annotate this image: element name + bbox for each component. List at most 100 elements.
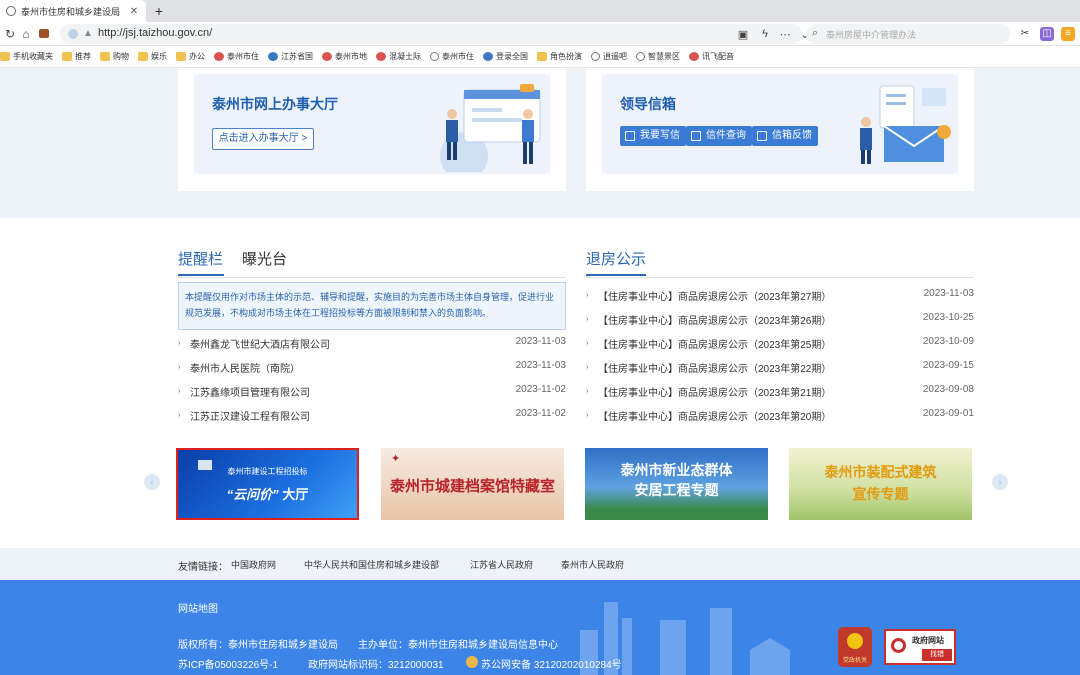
- shield-icon: [68, 29, 78, 39]
- folder-icon: [138, 52, 148, 61]
- bookmark-label: 角色扮演: [550, 52, 582, 61]
- bookmark-label: 泰州市地: [335, 52, 367, 61]
- letter-query-label: 信件查询: [706, 130, 746, 141]
- link-mohurd[interactable]: 中华人民共和国住房和城乡建设部: [304, 558, 439, 571]
- bookmark-label: 推荐: [75, 52, 91, 61]
- active-tab-indicator: [178, 274, 224, 276]
- scissors-icon[interactable]: ✂: [1018, 27, 1032, 41]
- list-item[interactable]: › 泰州鑫龙飞世纪大酒店有限公司 2023-11-03: [178, 334, 566, 352]
- screenshot-icon[interactable]: ▣: [736, 28, 750, 41]
- bookmark-item[interactable]: 江苏省国: [268, 51, 313, 62]
- extension-icon[interactable]: [36, 26, 52, 42]
- banner-new-business-line2: 安居工程专题: [634, 482, 719, 498]
- mailbox-panel: 领导信箱 我要写信 信件查询 信箱反馈: [602, 74, 958, 174]
- emblem-icon: [847, 633, 863, 649]
- search-input[interactable]: ⌕ 泰州房屋中介管理办法: [806, 24, 1010, 44]
- bullet-icon: ›: [178, 410, 181, 419]
- list-item[interactable]: › 【住房事业中心】商品房退房公示（2023年第25期） 2023-10-09: [586, 334, 974, 352]
- list-item[interactable]: › 江苏正汉建设工程有限公司 2023-11-02: [178, 406, 566, 424]
- refund-title-indicator: [586, 274, 646, 276]
- divider: [178, 277, 566, 278]
- icp-link[interactable]: 苏ICP备05003226号-1: [178, 656, 278, 671]
- site-icon: [322, 52, 332, 61]
- menu-icon[interactable]: ≡: [1061, 27, 1075, 41]
- banner-cloud-price-hall[interactable]: 泰州市建设工程招投标 “云问价” 大厅: [176, 448, 359, 520]
- divider: [586, 277, 974, 278]
- write-letter-button[interactable]: 我要写信: [620, 126, 686, 146]
- party-badge-label: 党政机关: [842, 658, 867, 664]
- copyright-text: 版权所有：泰州市住房和城乡建设局: [178, 640, 338, 651]
- bookmark-item[interactable]: 泰州市地: [322, 51, 367, 62]
- bookmarks-bar: 手机收藏夹 推荐 购物 娱乐 办公 泰州市住 江苏省国 泰州市地 混凝土际 泰州市住 登录全国 角色扮…: [0, 46, 1080, 68]
- online-hall-card[interactable]: 泰州市网上办事大厅 点击进入办事大厅 >: [178, 68, 566, 191]
- security-icon[interactable]: ▲: [83, 28, 93, 39]
- bookmark-item[interactable]: 登录全国: [483, 51, 528, 62]
- site-icon: [268, 52, 278, 61]
- gov-site-error-badge[interactable]: 政府网站 找错: [884, 629, 956, 665]
- carousel-next-button[interactable]: ›: [992, 474, 1008, 490]
- list-item[interactable]: › 【住房事业中心】商品房退房公示（2023年第26期） 2023-10-25: [586, 310, 974, 328]
- banner-archives-title: 泰州市城建档案馆特藏室: [389, 478, 555, 495]
- browser-tab[interactable]: 泰州市住房和城乡建设局 ✕: [0, 0, 146, 22]
- lightning-icon[interactable]: ϟ: [758, 28, 772, 40]
- reload-icon[interactable]: ↻: [2, 26, 18, 42]
- bullet-icon: ›: [586, 314, 589, 323]
- bookmark-item[interactable]: 角色扮演: [537, 51, 582, 62]
- enter-hall-button[interactable]: 点击进入办事大厅 >: [212, 128, 314, 150]
- bookmark-label: 手机收藏夹: [13, 52, 53, 61]
- friend-links-bar: [0, 548, 1080, 580]
- list-item[interactable]: › 【住房事业中心】商品房退房公示（2023年第20期） 2023-09-01: [586, 406, 974, 424]
- bookmark-item[interactable]: 逍遥吧: [591, 51, 627, 62]
- bookmark-item[interactable]: 讯飞配音: [689, 51, 734, 62]
- banner-prefab-building[interactable]: 泰州市装配式建筑 宣传专题: [789, 448, 972, 520]
- more-icon[interactable]: ⋯: [778, 28, 792, 41]
- home-icon[interactable]: ⌂: [18, 26, 34, 42]
- link-gov-cn[interactable]: 中国政府网: [231, 558, 276, 571]
- banner-cloud-price-title-b: 大厅: [282, 487, 309, 502]
- tab-exposure[interactable]: 曝光台: [242, 248, 287, 269]
- bookmark-item[interactable]: 泰州市住: [430, 51, 474, 62]
- list-item[interactable]: › 【住房事业中心】商品房退房公示（2023年第21期） 2023-09-08: [586, 382, 974, 400]
- bookmark-label: 娱乐: [151, 52, 167, 61]
- bookmark-item[interactable]: 购物: [100, 51, 129, 62]
- bookmark-item[interactable]: 推荐: [62, 51, 91, 62]
- refund-title[interactable]: 退房公示: [586, 248, 646, 269]
- police-record-link[interactable]: 苏公网安备 32120202010284号: [481, 656, 622, 671]
- new-tab-button[interactable]: +: [150, 2, 168, 20]
- magnifier-icon: [891, 638, 906, 653]
- url-field[interactable]: ▲ http://jsj.taizhou.gov.cn/ ▣ ϟ ⋯ ⌄: [60, 24, 810, 44]
- party-government-badge[interactable]: 党政机关: [838, 627, 872, 667]
- list-item-title: 【住房事业中心】商品房退房公示（2023年第22期）: [598, 364, 832, 375]
- online-hall-panel: 泰州市网上办事大厅 点击进入办事大厅 >: [194, 74, 550, 174]
- list-item-title: 江苏正汉建设工程有限公司: [190, 412, 310, 423]
- bookmark-item[interactable]: 混凝土际: [376, 51, 421, 62]
- carousel-prev-button[interactable]: ‹: [144, 474, 160, 490]
- sitemap-link[interactable]: 网站地图: [178, 600, 218, 615]
- tab-reminder[interactable]: 提醒栏: [178, 248, 223, 269]
- bookmark-label: 泰州市住: [227, 52, 259, 61]
- plugin-icon[interactable]: ◫: [1040, 27, 1054, 41]
- search-placeholder: 泰州房屋中介管理办法: [826, 30, 917, 40]
- list-item[interactable]: › 【住房事业中心】商品房退房公示（2023年第27期） 2023-11-03: [586, 286, 974, 304]
- mailbox-feedback-button[interactable]: 信箱反馈: [752, 126, 818, 146]
- banner-archives[interactable]: 泰州市城建档案馆特藏室 ✦: [381, 448, 564, 520]
- gov-badge-title: 政府网站: [912, 636, 944, 645]
- address-bar: ↻ ⌂ ▲ http://jsj.taizhou.gov.cn/ ▣ ϟ ⋯ ⌄…: [0, 22, 1080, 46]
- bookmark-label: 讯飞配音: [702, 52, 734, 61]
- tab-close-icon[interactable]: ✕: [128, 6, 140, 17]
- list-item[interactable]: › 泰州市人民医院（南院） 2023-11-03: [178, 358, 566, 376]
- bookmark-item[interactable]: 智慧景区: [636, 51, 680, 62]
- bookmark-item[interactable]: 办公: [176, 51, 205, 62]
- list-item[interactable]: › 江苏鑫缘项目管理有限公司 2023-11-02: [178, 382, 566, 400]
- mailbox-feedback-label: 信箱反馈: [772, 130, 812, 141]
- link-jiangsu-gov[interactable]: 江苏省人民政府: [470, 558, 533, 571]
- site-footer: 网站地图 版权所有：泰州市住房和城乡建设局 主办单位：泰州市住房和城乡建设局信息…: [0, 580, 1080, 675]
- bookmark-item[interactable]: 手机收藏夹: [0, 51, 53, 62]
- list-item[interactable]: › 【住房事业中心】商品房退房公示（2023年第22期） 2023-09-15: [586, 358, 974, 376]
- bookmark-item[interactable]: 娱乐: [138, 51, 167, 62]
- logo-icon: [198, 460, 212, 470]
- letter-query-button[interactable]: 信件查询: [686, 126, 752, 146]
- banner-new-business-housing[interactable]: 泰州市新业态群体 安居工程专题: [585, 448, 768, 520]
- link-taizhou-gov[interactable]: 泰州市人民政府: [561, 558, 624, 571]
- bookmark-item[interactable]: 泰州市住: [214, 51, 259, 62]
